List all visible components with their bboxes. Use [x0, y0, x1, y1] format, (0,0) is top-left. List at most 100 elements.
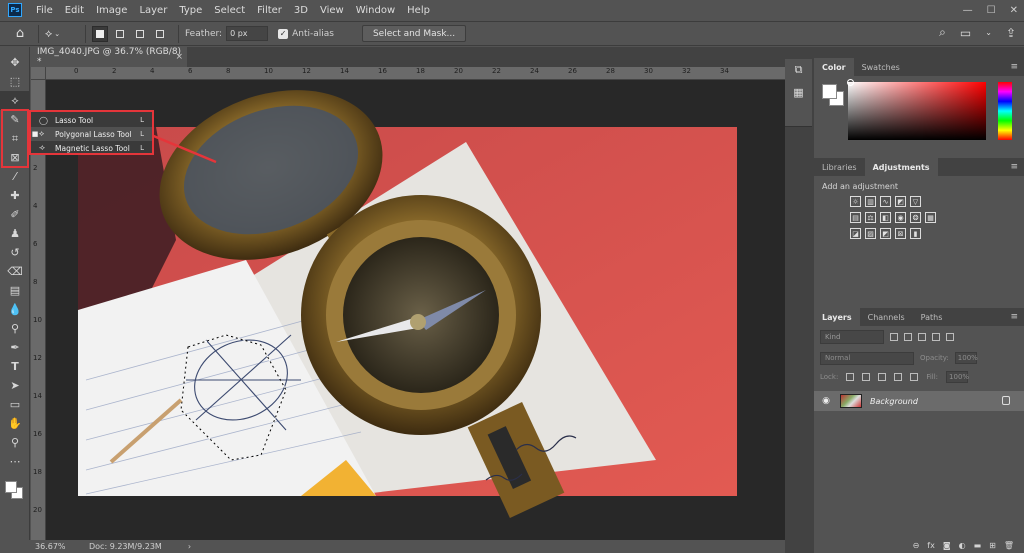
layer-row[interactable]: ◉ Background	[814, 391, 1024, 411]
lasso-tool-icon[interactable]: ⟡	[0, 91, 30, 110]
blend-mode-select[interactable]: Normal	[820, 351, 914, 365]
color-balance-icon[interactable]: ⚖	[865, 212, 876, 223]
color-picker-marker[interactable]	[847, 79, 854, 86]
tab-layers[interactable]: Layers	[814, 308, 860, 326]
eraser-tool-icon[interactable]: ⌫	[0, 262, 30, 281]
tab-color[interactable]: Color	[814, 58, 854, 76]
maximize-button[interactable]: ☐	[987, 5, 996, 16]
pixel-filter-icon[interactable]	[890, 333, 898, 341]
channel-mixer-icon[interactable]: ❂	[910, 212, 921, 223]
tab-adjustments[interactable]: Adjustments	[864, 158, 938, 176]
lock-artboard-icon[interactable]	[894, 373, 903, 381]
ruler-origin[interactable]	[31, 67, 46, 80]
photo-filter-icon[interactable]: ◉	[895, 212, 906, 223]
layer-style-icon[interactable]: fx	[927, 541, 935, 550]
brightness-contrast-icon[interactable]: ☼	[850, 196, 861, 207]
hue-slider[interactable]	[998, 82, 1012, 140]
new-layer-icon[interactable]: ⊞	[989, 541, 996, 550]
opacity-input[interactable]: 100%	[954, 352, 978, 364]
filter-kind-select[interactable]: Kind	[820, 330, 884, 344]
menu-3d[interactable]: 3D	[288, 5, 314, 16]
intersect-selection-icon[interactable]	[152, 26, 168, 42]
menu-layer[interactable]: Layer	[133, 5, 173, 16]
lock-image-icon[interactable]	[862, 373, 871, 381]
feather-input[interactable]: 0 px	[226, 26, 269, 41]
invert-icon[interactable]: ◪	[850, 228, 861, 239]
tab-libraries[interactable]: Libraries	[814, 158, 865, 176]
foreground-color[interactable]	[5, 481, 17, 493]
magnetic-lasso-tool-item[interactable]: ⟢ Magnetic Lasso Tool L	[31, 141, 152, 155]
tab-channels[interactable]: Channels	[860, 308, 913, 326]
home-icon[interactable]: ⌂	[8, 24, 32, 44]
color-lookup-icon[interactable]: ▦	[925, 212, 936, 223]
link-layers-icon[interactable]: ⊖	[913, 541, 920, 550]
lasso-tool-item[interactable]: ◯ Lasso Tool L	[31, 113, 152, 127]
pen-tool-icon[interactable]: ✒	[0, 338, 30, 357]
more-tools-icon[interactable]: ⋯	[0, 452, 30, 471]
marquee-tool-icon[interactable]: ⬚	[0, 72, 30, 91]
smart-object-filter-icon[interactable]	[946, 333, 954, 341]
menu-filter[interactable]: Filter	[251, 5, 288, 16]
add-mask-icon[interactable]: ◙	[943, 541, 951, 550]
menu-edit[interactable]: Edit	[59, 5, 90, 16]
polygonal-lasso-tool-item[interactable]: ■ ⟡ Polygonal Lasso Tool L	[31, 127, 152, 141]
document-tab[interactable]: IMG_4040.JPG @ 36.7% (RGB/8) * ×	[31, 47, 187, 67]
new-adjustment-layer-icon[interactable]: ◐	[959, 541, 966, 550]
foreground-color[interactable]	[822, 84, 837, 99]
menu-file[interactable]: File	[30, 5, 59, 16]
fill-input[interactable]: 100%	[946, 371, 969, 383]
close-window-button[interactable]: ✕	[1010, 5, 1018, 16]
close-tab-icon[interactable]: ×	[175, 52, 183, 62]
dodge-tool-icon[interactable]: ⚲	[0, 319, 30, 338]
black-white-icon[interactable]: ◧	[880, 212, 891, 223]
selective-color-icon[interactable]: ⊠	[895, 228, 906, 239]
menu-help[interactable]: Help	[401, 5, 436, 16]
search-icon[interactable]: ⌕	[939, 25, 946, 40]
lock-all-icon[interactable]	[910, 373, 919, 381]
posterize-icon[interactable]: ▨	[865, 228, 876, 239]
tab-swatches[interactable]: Swatches	[854, 58, 908, 76]
tab-paths[interactable]: Paths	[913, 308, 951, 326]
menu-window[interactable]: Window	[350, 5, 401, 16]
shape-filter-icon[interactable]	[932, 333, 940, 341]
lock-transparent-icon[interactable]	[846, 373, 855, 381]
adjustment-filter-icon[interactable]	[904, 333, 912, 341]
panel-menu-icon[interactable]: ≡	[1010, 62, 1018, 72]
history-brush-tool-icon[interactable]: ↺	[0, 243, 30, 262]
chevron-down-icon[interactable]: ⌄	[985, 28, 992, 37]
gradient-map-icon[interactable]: ▮	[910, 228, 921, 239]
new-selection-icon[interactable]	[92, 25, 108, 42]
tool-preset-picker[interactable]: ⟡ ⌄	[45, 27, 79, 41]
delete-layer-icon[interactable]: 🗑	[1004, 541, 1014, 550]
brush-tool-icon[interactable]: ✐	[0, 205, 30, 224]
workspace-icon[interactable]: ▭	[960, 26, 971, 40]
menu-image[interactable]: Image	[90, 5, 133, 16]
panel-menu-icon[interactable]: ≡	[1010, 312, 1018, 322]
select-and-mask-button[interactable]: Select and Mask...	[361, 25, 467, 42]
antialias-checkbox[interactable]: ✓	[278, 28, 289, 39]
hand-tool-icon[interactable]: ✋	[0, 414, 30, 433]
rectangle-tool-icon[interactable]: ▭	[0, 395, 30, 414]
menu-select[interactable]: Select	[208, 5, 251, 16]
subtract-from-selection-icon[interactable]	[132, 26, 148, 42]
path-selection-tool-icon[interactable]: ➤	[0, 376, 30, 395]
healing-brush-tool-icon[interactable]: ✚	[0, 186, 30, 205]
clone-stamp-tool-icon[interactable]: ♟	[0, 224, 30, 243]
color-field[interactable]	[848, 82, 986, 140]
horizontal-ruler[interactable]: 0 2 4 6 8 10 12 14 16 18 20 22 24 26 28 …	[46, 67, 785, 80]
eyedropper-tool-icon[interactable]: ⁄	[0, 167, 30, 186]
properties-panel-icon[interactable]: ▦	[785, 81, 812, 103]
document-image[interactable]	[46, 80, 785, 540]
color-swatches[interactable]	[0, 471, 30, 505]
visibility-eye-icon[interactable]: ◉	[818, 396, 834, 406]
move-tool-icon[interactable]: ✥	[0, 53, 30, 72]
type-filter-icon[interactable]	[918, 333, 926, 341]
menu-view[interactable]: View	[314, 5, 350, 16]
status-menu-icon[interactable]: ›	[188, 542, 191, 551]
vibrance-icon[interactable]: ▽	[910, 196, 921, 207]
zoom-tool-icon[interactable]: ⚲	[0, 433, 30, 452]
new-group-icon[interactable]: ▬	[974, 541, 982, 550]
add-to-selection-icon[interactable]	[112, 26, 128, 42]
gradient-tool-icon[interactable]: ▤	[0, 281, 30, 300]
lock-position-icon[interactable]	[878, 373, 887, 381]
